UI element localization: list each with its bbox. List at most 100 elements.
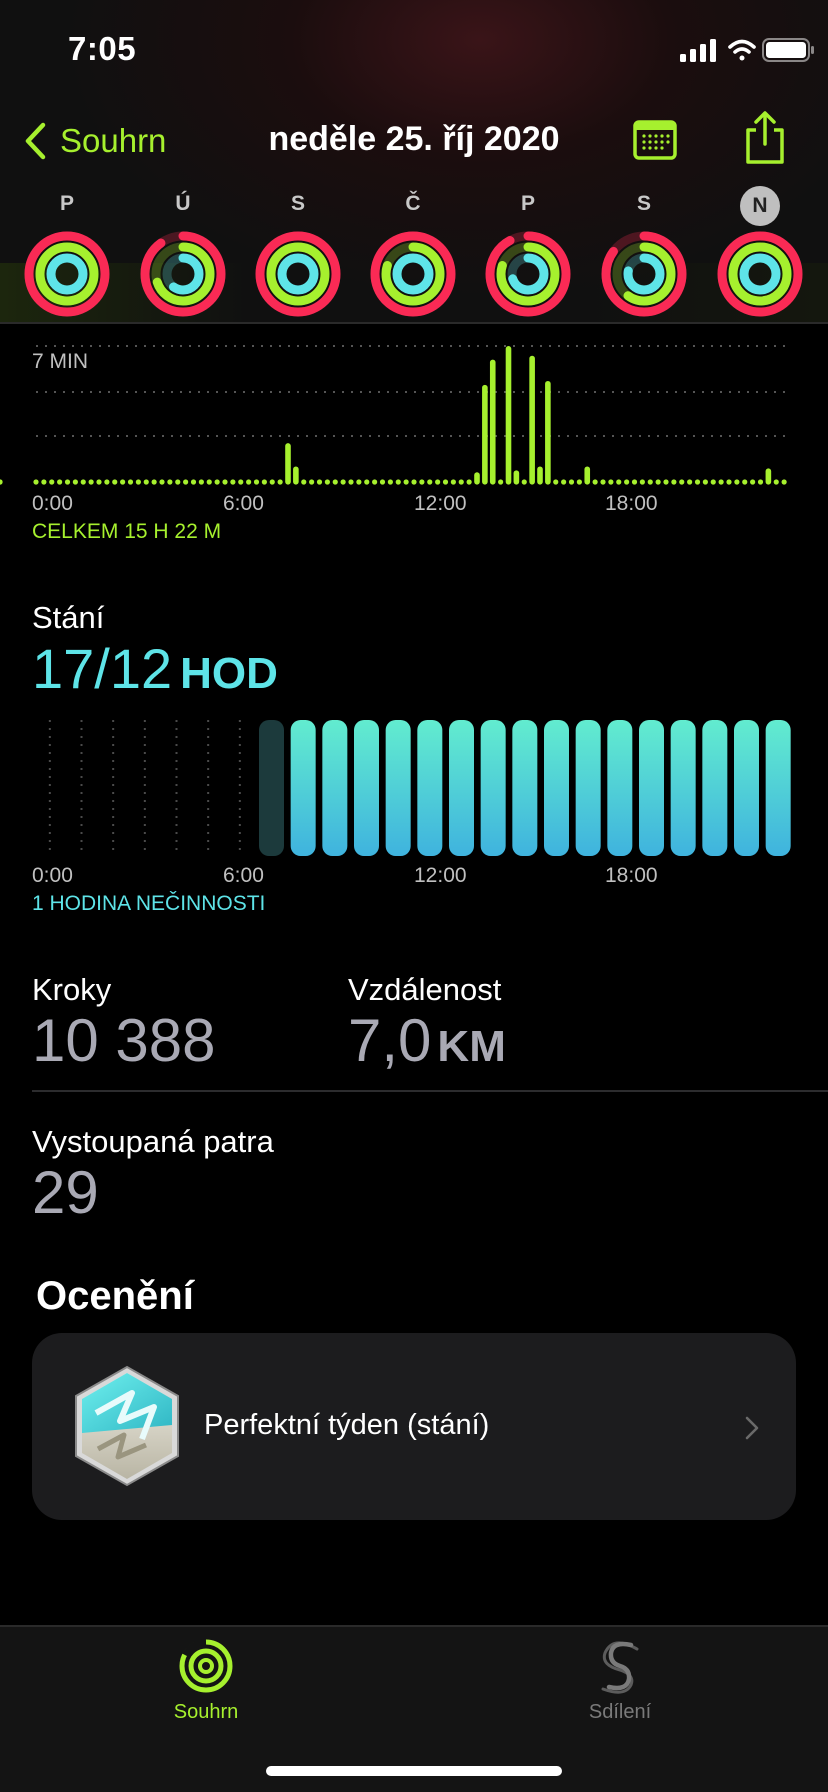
activity-ring-day-5[interactable] [600, 230, 688, 318]
exercise-point-95 [781, 479, 787, 485]
stand-bar-9 [322, 720, 348, 856]
day-label-2[interactable]: S [278, 192, 318, 216]
activity-ring-day-0[interactable] [23, 230, 111, 318]
activity-ring-day-1[interactable] [139, 230, 227, 318]
exercise-point-18 [175, 479, 181, 485]
floors-value: 29 [32, 1159, 99, 1226]
tab-summary[interactable]: Souhrn [106, 1637, 306, 1724]
activity-rings-icon [179, 1639, 233, 1693]
page-title: neděle 25. říj 2020 [268, 120, 560, 158]
exercise-point-76 [631, 479, 638, 485]
exercise-point-90 [742, 479, 748, 485]
stand-bar-23 [765, 720, 791, 856]
exercise-point-81 [671, 479, 677, 485]
exercise-point-66 [553, 479, 559, 485]
exercise-point-20 [190, 479, 197, 485]
chevron-right-icon [745, 1416, 759, 1440]
award-card[interactable]: Perfektní týden (stání) [32, 1333, 796, 1520]
exercise-point-46 [395, 479, 401, 485]
status-icons [680, 38, 814, 62]
exercise-point-68 [568, 479, 575, 485]
stand-bar-20 [670, 720, 696, 856]
exercise-point-43 [372, 479, 378, 485]
stand-title: Stání [32, 600, 105, 635]
exercise-bar-32 [285, 443, 291, 485]
exercise-point-54 [458, 479, 464, 485]
exercise-point-49 [419, 479, 425, 485]
distance-label: Vzdálenost [348, 972, 502, 1007]
exercise-point-47 [403, 479, 409, 485]
calendar-icon[interactable] [632, 116, 678, 162]
exercise-point-79 [655, 479, 661, 485]
exercise-point-91 [750, 479, 756, 485]
exercise-point-19 [183, 479, 189, 485]
exercise-point-39 [340, 479, 346, 485]
exercise-point-0 [33, 479, 39, 485]
exercise-bar-65 [545, 380, 551, 485]
stand-bar-10 [354, 720, 379, 856]
stand-bar-inactive-7 [259, 720, 284, 856]
activity-ring-day-2[interactable] [254, 230, 342, 318]
day-label-1[interactable]: Ú [163, 192, 203, 216]
cellular-signal-icon [680, 39, 716, 62]
tab-summary-label: Souhrn [173, 1701, 239, 1723]
stand-xtick-2: 12:00 [414, 864, 467, 887]
stand-value: 17/12 HOD [32, 636, 278, 701]
exercise-point-88 [726, 479, 732, 485]
exercise-chart [0, 345, 792, 485]
exercise-bar-60 [505, 346, 512, 485]
exercise-point-84 [694, 479, 701, 485]
exercise-point-75 [624, 479, 630, 485]
stand-footer: 1 HODINA NEČINNOSTI [32, 892, 266, 915]
stand-ring [46, 253, 88, 295]
stand-bar-16 [544, 720, 569, 856]
exercise-point-23 [214, 479, 220, 485]
home-indicator [266, 1766, 562, 1776]
day-label-4[interactable]: P [508, 192, 548, 216]
exercise-total: CELKEM 15 H 22 M [32, 520, 222, 543]
exercise-point-1 [41, 479, 47, 485]
exercise-xtick-3: 18:00 [605, 492, 658, 515]
exercise-point-7 [88, 479, 94, 485]
exercise-point-17 [167, 479, 173, 485]
exercise-point-27 [246, 479, 252, 485]
exercise-xtick-2: 12:00 [414, 492, 467, 515]
exercise-point-30 [269, 479, 275, 485]
stand-bar-12 [417, 720, 443, 856]
activity-ring-day-6[interactable] [716, 230, 804, 318]
exercise-point-86 [710, 479, 716, 485]
exercise-bar-64 [537, 466, 543, 485]
exercise-point-14 [143, 479, 149, 485]
exercise-point-8 [96, 479, 102, 485]
exercise-bar-58 [489, 359, 496, 485]
exercise-point-40 [348, 479, 354, 485]
stand-bar-14 [480, 720, 506, 856]
exercise-point-78 [647, 479, 653, 485]
exercise-point-15 [151, 479, 157, 485]
exercise-point-35 [309, 479, 315, 485]
exercise-point-36 [316, 479, 323, 485]
stand-xtick-3: 18:00 [605, 864, 658, 887]
day-label-3[interactable]: Č [393, 192, 433, 216]
stand-bar-18 [607, 720, 633, 856]
exercise-point-5 [72, 479, 78, 485]
activity-ring-day-3[interactable] [369, 230, 457, 318]
exercise-point-42 [364, 479, 370, 485]
exercise-bar-61 [513, 470, 520, 485]
stand-ring [739, 253, 781, 295]
exercise-point-73 [608, 479, 614, 485]
share-icon[interactable] [740, 110, 790, 166]
exercise-max-label: 7 MIN [32, 350, 89, 373]
exercise-point-6 [80, 479, 86, 485]
exercise-point-10 [112, 479, 118, 485]
day-label-6[interactable]: N [740, 186, 780, 226]
stand-xtick-0: 0:00 [32, 864, 73, 887]
day-label-0[interactable]: P [47, 192, 87, 216]
steps-value: 10 388 [32, 1007, 216, 1074]
award-label: Perfektní týden (stání) [204, 1409, 490, 1441]
stand-value-number: 17/12 [32, 637, 173, 700]
tab-sharing[interactable]: Sdílení [520, 1637, 720, 1724]
day-label-5[interactable]: S [624, 192, 664, 216]
activity-ring-day-4[interactable] [484, 230, 572, 318]
exercise-point-83 [687, 479, 693, 485]
